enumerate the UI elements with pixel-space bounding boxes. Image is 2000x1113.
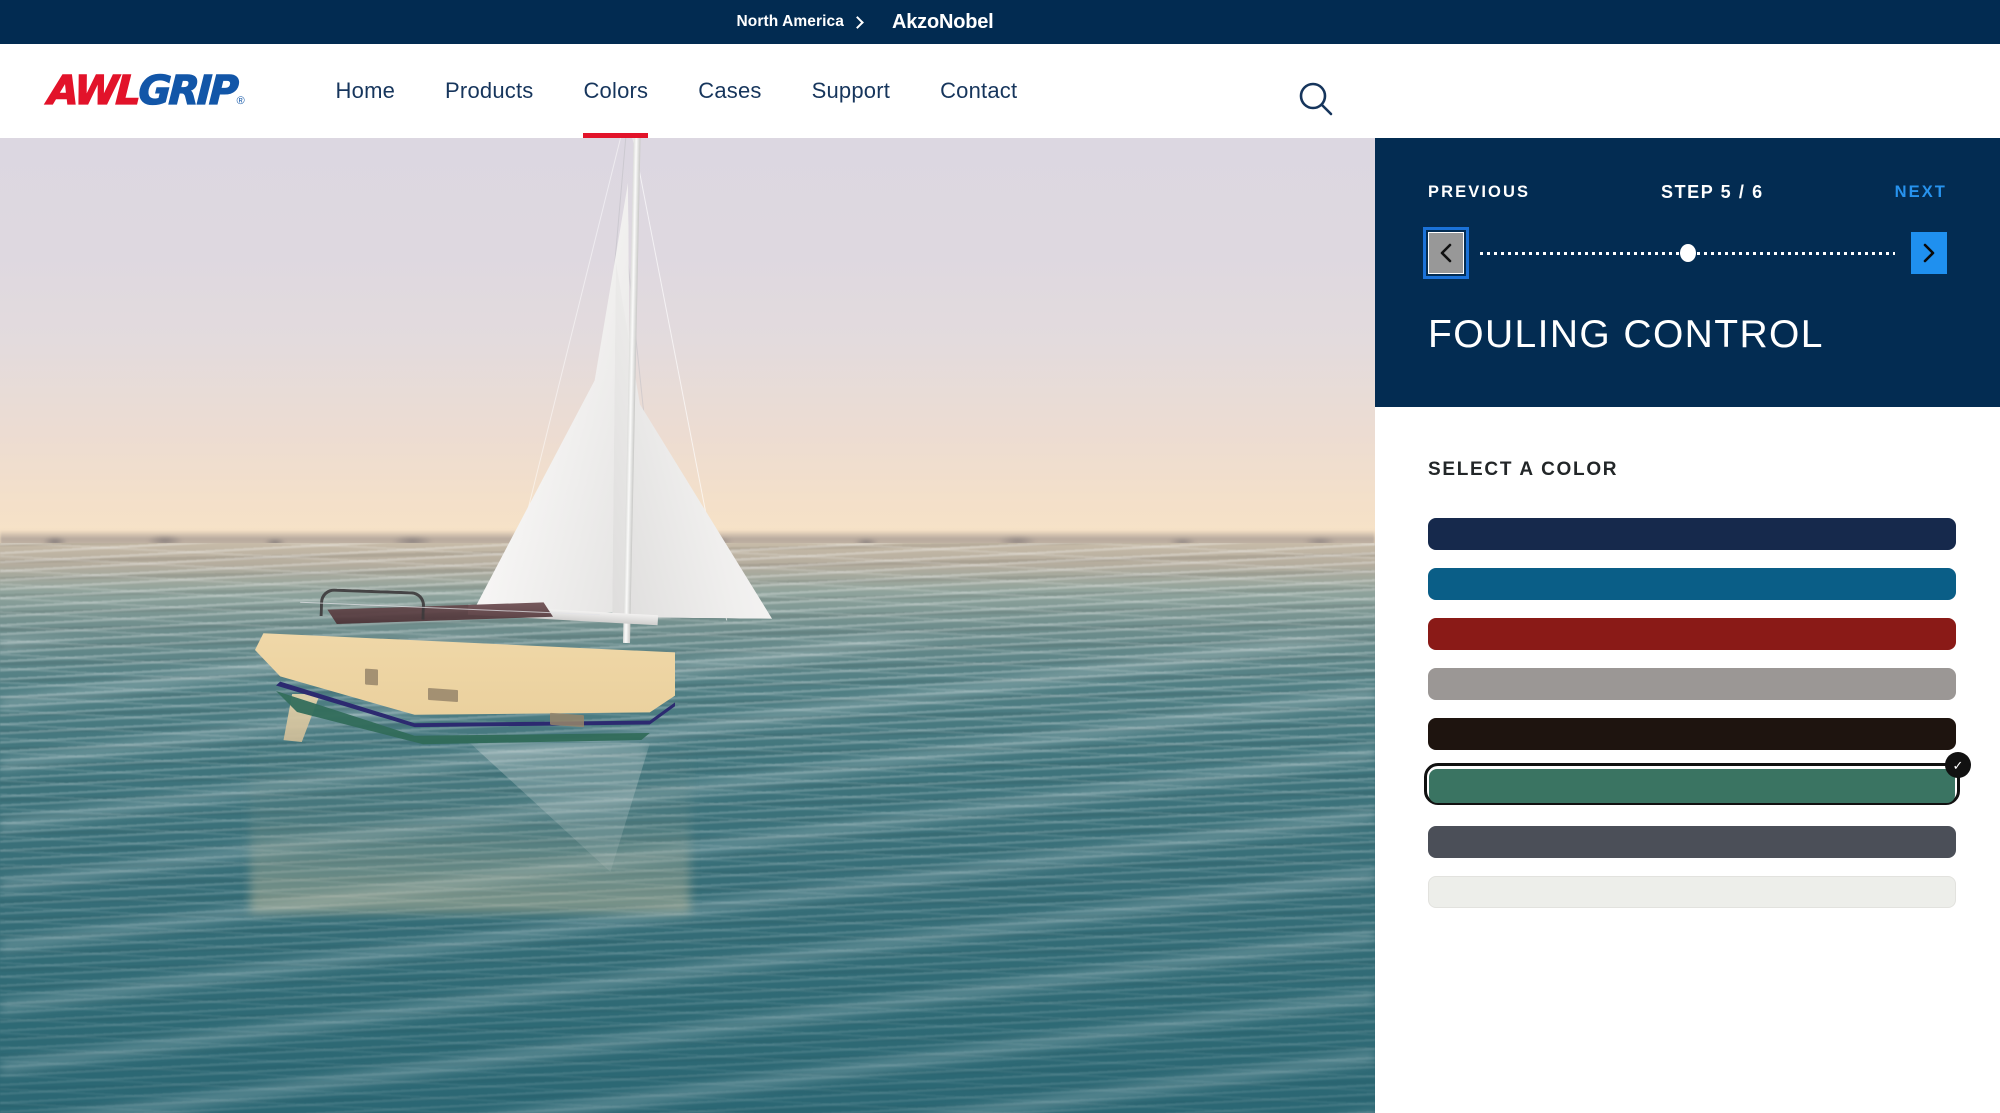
region-label: North America (736, 13, 844, 30)
boat-visualizer-image[interactable] (0, 138, 1375, 1113)
previous-step-link[interactable]: PREVIOUS (1428, 183, 1530, 202)
nav-item-home[interactable]: Home (311, 44, 421, 138)
chevron-left-icon (1440, 243, 1452, 263)
color-swatch-item (1428, 614, 1956, 654)
color-swatch-ocean-blue[interactable] (1428, 568, 1956, 600)
color-swatch-item (1428, 564, 1956, 604)
step-counter: STEP 5 / 6 (1660, 181, 1764, 202)
color-swatch-item-selected: ✓ (1424, 752, 1971, 812)
nav-item-support[interactable]: Support (787, 44, 915, 138)
configurator-header: PREVIOUS STEP 5 / 6 NEXT FOULING CONTROL (1375, 138, 2000, 407)
color-swatch-item (1428, 514, 1956, 554)
visualizer-page: North America AkzoNobel AWL GRIP ® Home Pr… (0, 0, 2000, 1113)
nav-item-products[interactable]: Products (420, 44, 558, 138)
color-swatch-black-brown[interactable] (1428, 718, 1956, 750)
color-swatch-green[interactable] (1429, 769, 1955, 803)
configurator-panel: PREVIOUS STEP 5 / 6 NEXT FOULING CONTROL… (1375, 138, 2000, 1113)
step-slider-row (1423, 227, 1947, 279)
site-header: AWL GRIP ® Home Products Colors Cases Supp… (0, 44, 2000, 138)
color-swatch-list: ✓ (1424, 514, 1971, 912)
slider-knob[interactable] (1679, 244, 1696, 262)
logo-grip-text: GRIP (137, 67, 238, 114)
previous-step-button[interactable] (1423, 227, 1469, 279)
chevron-right-icon (851, 15, 864, 29)
color-swatch-slate-grey[interactable] (1428, 826, 1956, 858)
hull-window (365, 668, 378, 686)
color-swatch-item (1428, 664, 1956, 704)
search-icon[interactable] (1294, 78, 1338, 122)
hull-window (550, 712, 584, 728)
next-step-button[interactable] (1911, 232, 1947, 274)
logo-awl-text: AWL (46, 67, 140, 114)
check-icon: ✓ (1945, 752, 1971, 778)
awlgrip-logo[interactable]: AWL GRIP ® (46, 67, 244, 114)
color-swatch-dark-red[interactable] (1428, 618, 1956, 650)
nav-item-cases[interactable]: Cases (673, 44, 786, 138)
utility-bar: North America AkzoNobel (0, 0, 2000, 44)
color-swatch-item (1428, 822, 1956, 862)
color-swatch-warm-grey[interactable] (1428, 668, 1956, 700)
logo-registered-mark: ® (236, 95, 243, 107)
configurator-body: SELECT A COLOR ✓ (1375, 407, 2000, 912)
nav-item-colors[interactable]: Colors (558, 44, 673, 138)
akzonobel-brand-link[interactable]: AkzoNobel (892, 11, 994, 34)
region-selector[interactable]: North America (736, 13, 864, 31)
color-swatch-off-white[interactable] (1428, 876, 1956, 908)
color-swatch-item (1428, 872, 1956, 912)
color-swatch-navy-blue[interactable] (1428, 518, 1956, 550)
color-swatch-item (1428, 714, 1956, 754)
select-a-color-label: SELECT A COLOR (1428, 459, 1619, 480)
chevron-right-icon (1923, 243, 1935, 263)
hull-window (428, 687, 458, 703)
main-navigation: Home Products Colors Cases Support Conta… (311, 44, 1043, 138)
nav-item-contact[interactable]: Contact (915, 44, 1042, 138)
next-step-link[interactable]: NEXT (1895, 183, 1947, 202)
hull (255, 614, 675, 749)
page-title: FOULING CONTROL (1428, 313, 1824, 356)
utility-bar-inner: North America AkzoNobel (736, 11, 993, 34)
step-progress-slider[interactable] (1480, 231, 1895, 275)
step-navigation-row: PREVIOUS STEP 5 / 6 NEXT (1428, 180, 1947, 204)
